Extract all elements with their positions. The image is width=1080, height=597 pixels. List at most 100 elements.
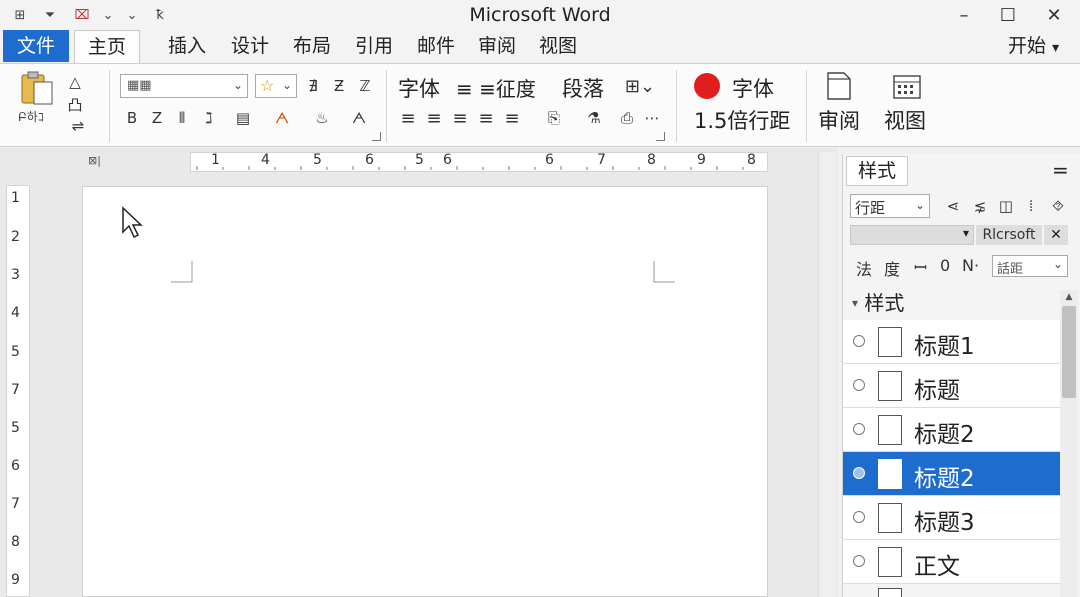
scrollbar-thumb[interactable] [1062,306,1076,398]
pane-spacing-select[interactable]: 話距 ⌄ [992,255,1068,277]
menu-bar: 文件 主页 插入 设计 布局 引用 邮件 审阅 视图 开始 ▾ [0,30,1080,63]
format-painter-icon[interactable]: ⇌ [64,116,92,136]
ribbon: Բ하ｺ △ 凸 ⇌ ▦▦ ⌄ ☆ ⌄ ∄ Ƶ ℤ Β Ζ ⫴ ℷ ▤ ᗅ ♨ ᗅ… [0,63,1080,147]
pane-option[interactable]: 度 [884,256,900,280]
sort-icon[interactable]: ⚗ [580,108,608,128]
style-item-heading1[interactable]: 标题1 [843,320,1060,364]
pane-option[interactable]: N· [962,256,979,275]
align-right-icon[interactable]: ≡ [450,108,470,129]
style-item-heading2-selected[interactable]: 标题2 [843,452,1060,496]
distribute-icon[interactable]: ≡ [502,108,522,129]
line-spacing-1-5-label[interactable]: 1.5倍行距 [694,105,790,135]
ruler-number: 8 [747,152,756,168]
maximize-button[interactable]: ☐ [988,2,1028,28]
styles-pane-scrollbar[interactable]: ▲ [1060,290,1078,597]
start-menu[interactable]: 开始 ▾ [1006,30,1061,62]
pane-tool-icon[interactable]: ◫ [996,196,1016,216]
ruler-number: 6 [11,458,20,474]
style-item-body[interactable]: 正文 [843,540,1060,584]
pane-tool-icon[interactable]: ⋖ [943,196,963,216]
underline-icon[interactable]: ⫴ [172,108,192,128]
line-spacing-label[interactable]: ≡ ≡征度 [456,73,536,102]
shading-icon[interactable]: ♨ [306,108,338,128]
ruler-number: 7 [11,496,20,512]
cut-icon[interactable]: △ [64,72,86,92]
chevron-down-icon: ⌄ [281,78,292,92]
strikethrough-icon[interactable]: ℷ [198,108,220,128]
view-icon[interactable] [892,74,922,100]
tab-review[interactable]: 审阅 [476,30,518,62]
more-icon[interactable]: ⋯ [642,108,662,128]
pane-tool-icon[interactable]: ⦙ [1021,196,1041,216]
pane-filter-combo[interactable]: ▾ [850,225,974,245]
paste-icon[interactable] [16,70,60,110]
bold-icon[interactable]: Β [122,108,142,128]
pane-option[interactable]: ꟷ [914,256,927,278]
horizontal-ruler[interactable]: 1 4 5 6 5 6 6 7 8 9 8 [190,152,768,172]
shape-icon[interactable]: ⎘ [540,108,568,128]
pane-option[interactable]: 法 [856,256,872,280]
pane-tool-icon[interactable]: ⋦ [970,196,990,216]
dialog-launcher-icon[interactable] [372,132,381,141]
vertical-ruler[interactable]: 1 2 3 4 5 7 5 6 7 8 9 [6,185,30,597]
tab-insert[interactable]: 插入 [166,30,208,62]
styles-section-header[interactable]: ▾ 样式 [852,287,904,316]
align-center-icon[interactable]: ≡ [424,108,444,129]
document-page[interactable] [82,186,768,597]
tab-design[interactable]: 设计 [229,30,271,62]
view-label[interactable]: 视图 [884,105,926,135]
dialog-launcher-icon[interactable] [656,132,665,141]
paragraph-font-label[interactable]: 字体 [398,73,440,103]
style-preview-icon [878,547,902,577]
grow-font-icon[interactable]: ∄ [302,76,324,96]
italic-icon[interactable]: Ζ [147,108,167,128]
highlight-icon[interactable]: ᗅ [266,108,298,128]
close-button[interactable]: ✕ [1034,2,1074,28]
tab-view[interactable]: 视图 [537,30,579,62]
clear-format-icon[interactable]: ℤ [354,76,376,96]
border-icon[interactable]: ▤ [228,108,258,128]
separator [806,70,807,142]
pane-option[interactable]: 0 [940,256,950,275]
chevron-down-icon: ▾ [1052,40,1060,56]
tab-file[interactable]: 文件 [3,30,69,62]
ruler-corner-icon[interactable]: ⊠| [88,154,101,167]
shrink-font-icon[interactable]: Ƶ [328,76,350,96]
scroll-up-icon[interactable]: ▲ [1062,292,1076,302]
copy-icon[interactable]: 凸 [64,94,86,114]
style-item-heading3[interactable]: 标题3 [843,496,1060,540]
pane-spacing-combo[interactable]: 行距 ⌄ [850,194,930,218]
tab-mailings[interactable]: 邮件 [415,30,457,62]
star-icon: ☆ [260,76,275,95]
pane-tool-icon[interactable]: ⯑ [1048,196,1068,216]
separator [676,70,677,142]
align-left-icon[interactable]: ≡ [398,108,418,129]
tab-home[interactable]: 主页 [74,30,140,63]
justify-icon[interactable]: ≡ [476,108,496,129]
pane-close-icon[interactable]: ✕ [1044,225,1068,245]
style-item-label: 正文 [914,554,960,580]
tab-layout[interactable]: 布局 [291,30,333,62]
style-item-label: 标题2 [914,466,975,492]
style-item-heading2[interactable]: 标题2 [843,408,1060,452]
record-icon[interactable] [694,73,720,99]
pane-font-label[interactable]: Rlcrsoft [976,225,1042,245]
pane-menu-icon[interactable]: = [1052,158,1069,182]
paragraph-label[interactable]: 段落 [562,73,604,103]
table-dropdown-icon[interactable]: ⊞⌄ [618,75,662,97]
style-item-heading[interactable]: 标题 [843,364,1060,408]
styles-pane-tab[interactable]: 样式 [846,156,908,186]
font-style-combo[interactable]: ☆ ⌄ [255,74,297,98]
tab-references[interactable]: 引用 [353,30,395,62]
review-icon[interactable] [826,72,852,100]
font-name-combo[interactable]: ▦▦ ⌄ [120,74,248,98]
styles-font-label[interactable]: 字体 [732,73,774,103]
ruler-number: 7 [11,382,20,398]
review-label[interactable]: 审阅 [818,105,860,135]
font-color-icon[interactable]: ᗅ [344,108,374,128]
document-scrollbar[interactable] [818,152,836,597]
radio-icon [853,335,865,347]
minimize-button[interactable]: – [944,2,984,28]
ruler-number: 5 [11,420,20,436]
document-icon[interactable]: ⎙ [616,108,638,128]
